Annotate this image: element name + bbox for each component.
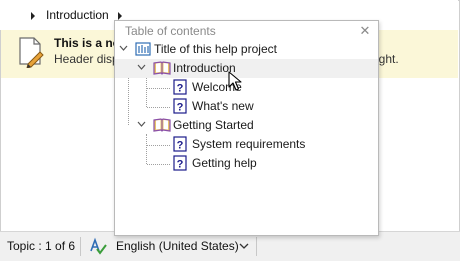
toc-item-getting-help[interactable]: ? Getting help [115,154,378,173]
toc-item-welcome[interactable]: ? Welcome [115,78,378,97]
toc-item-label: Introduction [173,61,236,75]
toc-item-label: Welcome [192,80,242,94]
toc-item-label: What's new [192,99,254,113]
toc-item-system-requirements[interactable]: ? System requirements [115,135,378,154]
breadcrumb-root-arrow-icon[interactable] [31,12,35,20]
status-divider [256,237,257,256]
help-topic-icon: ? [173,79,187,95]
toc-item-project-title[interactable]: Title of this help project [115,40,378,59]
book-open-icon [153,61,171,75]
spellcheck-language-icon[interactable] [89,237,107,255]
toc-item-introduction[interactable]: Introduction [115,59,378,78]
project-title-icon [135,42,151,56]
svg-text:?: ? [177,102,184,114]
toc-item-label: Title of this help project [154,42,277,56]
status-divider [80,237,81,256]
svg-text:?: ? [177,83,184,95]
breadcrumb-item-introduction[interactable]: Introduction [46,8,109,22]
chevron-down-icon[interactable] [239,242,249,250]
toc-item-label: System requirements [192,137,306,151]
banner-title: This is a no [54,36,121,50]
help-topic-icon: ? [173,98,187,114]
chevron-down-icon[interactable] [137,121,146,127]
breadcrumb-next-arrow-icon[interactable] [118,12,122,20]
edit-document-icon [19,37,44,68]
help-topic-icon: ? [173,136,187,152]
book-open-icon [153,118,171,132]
chevron-down-icon[interactable] [119,45,128,51]
language-selector[interactable]: English (United States) [116,239,239,253]
help-topic-icon: ? [173,155,187,171]
toc-item-label: Getting Started [173,118,254,132]
close-icon[interactable]: ✕ [358,23,372,39]
toc-item-whats-new[interactable]: ? What's new [115,97,378,116]
toc-item-getting-started[interactable]: Getting Started [115,116,378,135]
toc-item-label: Getting help [192,156,257,170]
chevron-down-icon[interactable] [137,64,146,70]
toc-popup: Table of contents ✕ Title of this help p… [114,20,379,236]
topic-counter: Topic : 1 of 6 [7,239,76,253]
toc-title: Table of contents [125,24,216,38]
svg-text:?: ? [177,159,184,171]
svg-text:?: ? [177,140,184,152]
